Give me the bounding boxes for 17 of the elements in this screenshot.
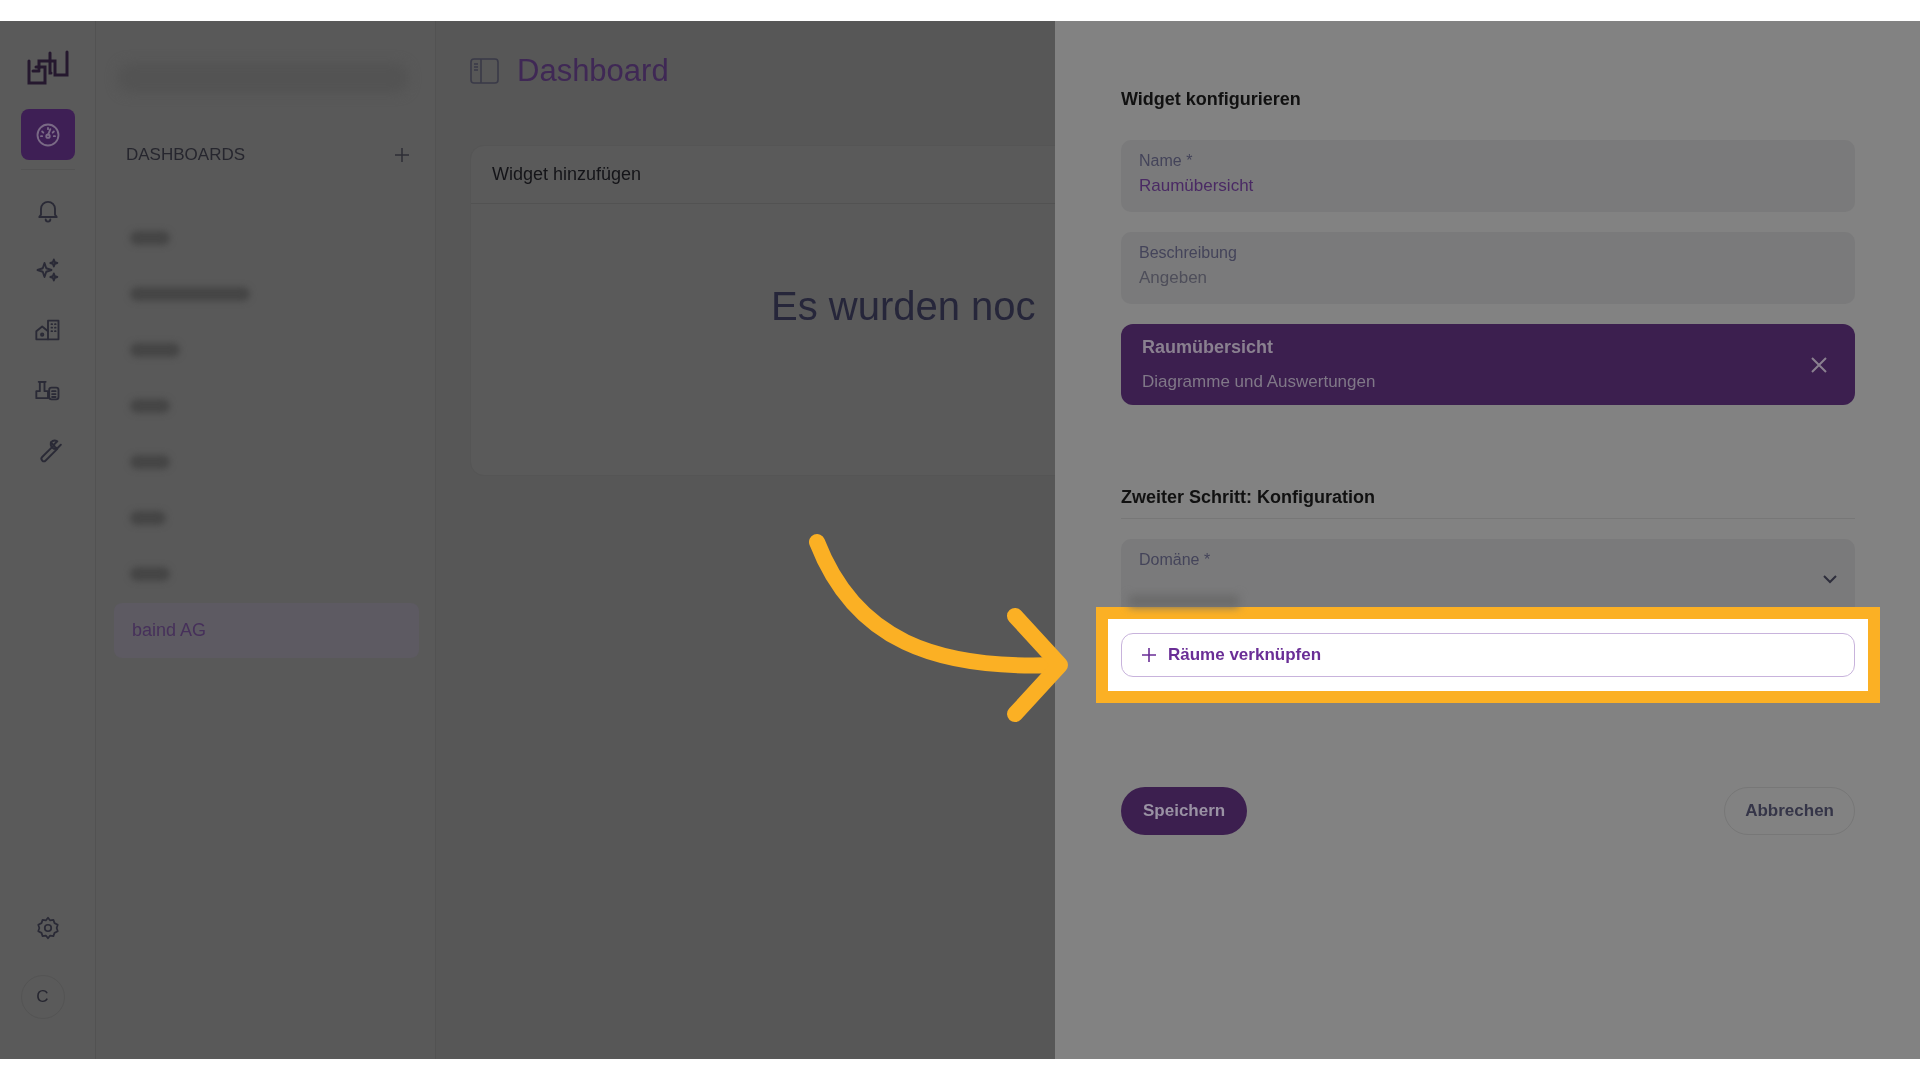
text-input[interactable]: Raumübersicht [1139, 176, 1837, 196]
chevron-down-icon [1823, 575, 1837, 584]
sidebar-toggle-icon[interactable] [470, 58, 499, 84]
selected-widget-card[interactable]: Raumübersicht Diagramme und Auswertungen [1121, 324, 1855, 405]
link-rooms-button[interactable]: Räume verknüpfen [1121, 633, 1855, 677]
widget-name: Raumübersicht [1142, 337, 1275, 358]
nav-button[interactable] [20, 109, 75, 160]
widget-description: Diagramme und Auswertungen [1142, 372, 1376, 392]
save-button[interactable]: Speichern [1121, 787, 1248, 835]
close-icon[interactable] [1811, 356, 1827, 373]
section-title: Zweiter Schritt: Konfiguration [1121, 487, 1375, 507]
panel-title: Widget konfigurieren [1121, 89, 1301, 110]
logo-icon [25, 49, 70, 87]
settings-icon [34, 914, 61, 941]
plus-icon [1142, 648, 1156, 662]
card-title: Widget hinzufügen [492, 164, 642, 185]
add-icon[interactable] [395, 148, 409, 162]
